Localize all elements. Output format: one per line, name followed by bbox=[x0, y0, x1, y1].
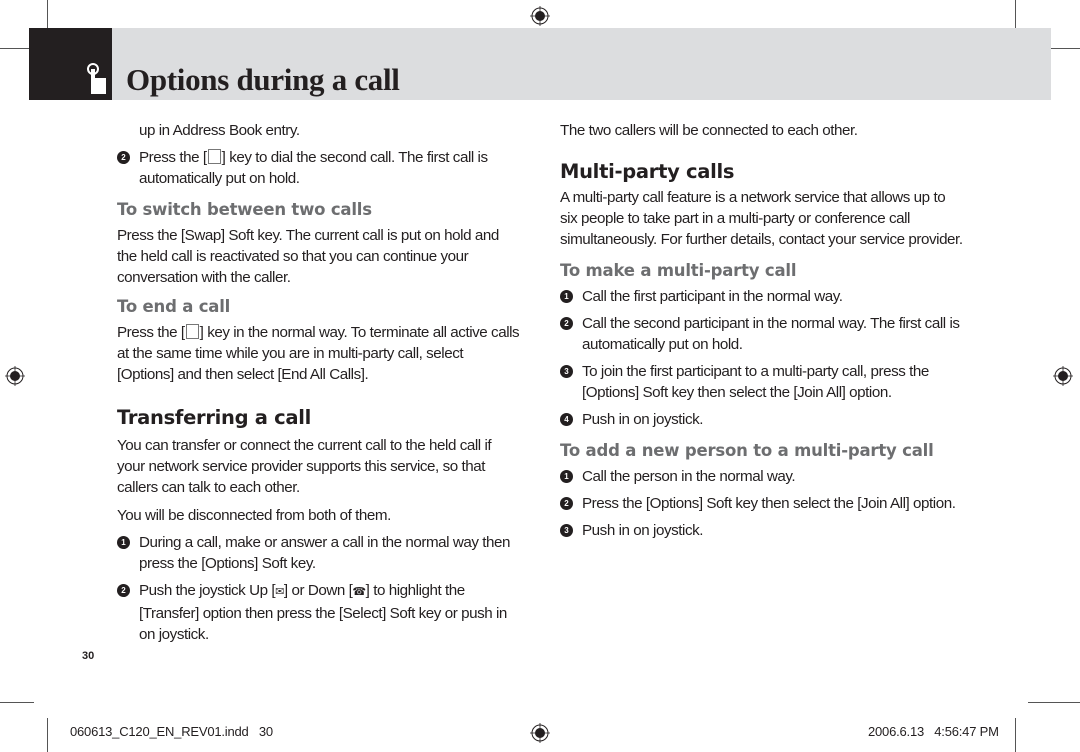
step-number-icon: 1 bbox=[560, 290, 573, 303]
list-item: 1 Call the person in the normal way. bbox=[560, 466, 965, 487]
section-heading: To make a multi-party call bbox=[560, 261, 797, 280]
step-number-icon: 1 bbox=[560, 470, 573, 483]
step-number-icon: 1 bbox=[117, 536, 130, 549]
page-number: 30 bbox=[82, 650, 95, 662]
footer-timestamp: 2006.6.13 4:56:47 PM bbox=[868, 724, 999, 739]
section-heading: To switch between two calls bbox=[117, 200, 372, 219]
step-number-icon: 2 bbox=[560, 497, 573, 510]
paragraph: A multi-party call feature is a network … bbox=[560, 189, 963, 248]
step-number-icon: 3 bbox=[560, 524, 573, 537]
intro-continuation: up in Address Book entry. bbox=[139, 122, 300, 139]
step-number-icon: 3 bbox=[560, 365, 573, 378]
section-heading: To add a new person to a multi-party cal… bbox=[560, 441, 934, 460]
phone-icon: ☎ bbox=[352, 586, 366, 598]
list-item: 1 Call the first participant in the norm… bbox=[560, 286, 965, 307]
step-number-icon: 2 bbox=[117, 151, 130, 164]
list-item: 1 During a call, make or answer a call i… bbox=[117, 532, 522, 574]
paragraph: Press the [Swap] Soft key. The current c… bbox=[117, 227, 499, 286]
paragraph: Press the [] key in the normal way. To t… bbox=[117, 324, 520, 383]
list-item: 3 Push in on joystick. bbox=[560, 520, 965, 541]
step-number-icon: 2 bbox=[117, 584, 130, 597]
step-number-icon: 2 bbox=[560, 317, 573, 330]
paragraph: You will be disconnected from both of th… bbox=[117, 507, 391, 524]
paragraph: You can transfer or connect the current … bbox=[117, 437, 492, 496]
registration-mark-icon bbox=[530, 723, 550, 743]
hand-pointer-icon bbox=[87, 63, 106, 94]
send-key-icon bbox=[207, 149, 221, 164]
list-item: 2 Press the [] key to dial the second ca… bbox=[117, 147, 522, 189]
list-item: 4 Push in on joystick. bbox=[560, 409, 965, 430]
page-title: Options during a call bbox=[126, 62, 400, 97]
list-item: 2 Call the second participant in the nor… bbox=[560, 313, 965, 355]
registration-mark-icon bbox=[5, 366, 25, 386]
crop-mark bbox=[0, 702, 34, 703]
list-item: 2 Press the [Options] Soft key then sele… bbox=[560, 493, 965, 514]
envelope-icon: ✉ bbox=[275, 586, 284, 598]
section-title: Transferring a call bbox=[117, 406, 312, 429]
send-key-icon bbox=[185, 324, 199, 339]
list-item: 3 To join the first participant to a mul… bbox=[560, 361, 965, 403]
footer-filename: 060613_C120_EN_REV01.indd 30 bbox=[70, 724, 273, 739]
registration-mark-icon bbox=[530, 6, 550, 26]
crop-mark bbox=[1028, 702, 1080, 703]
step-number-icon: 4 bbox=[560, 413, 573, 426]
paragraph: The two callers will be connected to eac… bbox=[560, 122, 858, 139]
right-column: The two callers will be connected to eac… bbox=[560, 120, 965, 541]
section-title: Multi-party calls bbox=[560, 160, 735, 183]
crop-mark bbox=[1015, 718, 1016, 752]
list-item: 2 Push the joystick Up [✉] or Down [☎] t… bbox=[117, 580, 522, 645]
crop-mark bbox=[47, 718, 48, 752]
left-column: up in Address Book entry. 2 Press the []… bbox=[117, 120, 522, 645]
registration-mark-icon bbox=[1053, 366, 1073, 386]
section-heading: To end a call bbox=[117, 297, 231, 316]
